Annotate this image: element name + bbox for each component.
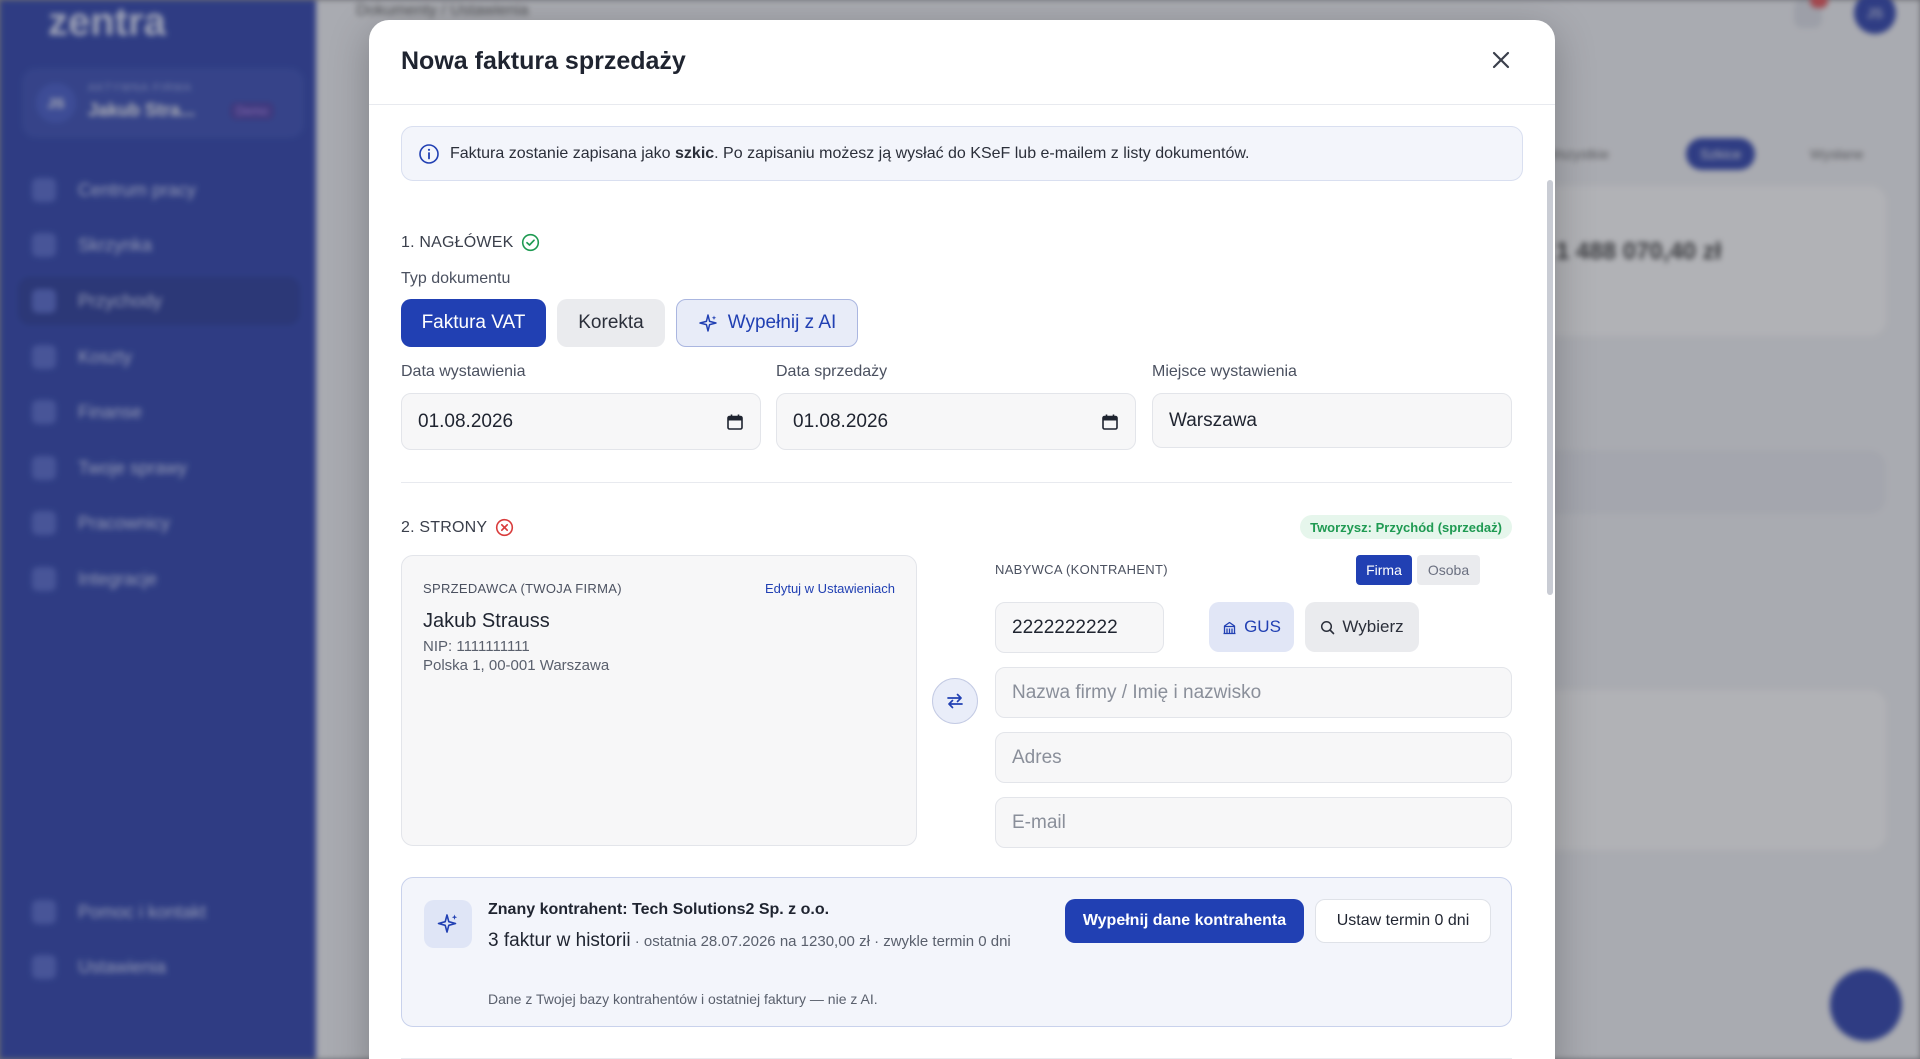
buyer-email-placeholder: E-mail — [1012, 811, 1066, 833]
place-value: Warszawa — [1169, 409, 1257, 431]
buyer-address-placeholder: Adres — [1012, 746, 1062, 768]
seller-nip: NIP: 1111111111 — [423, 638, 530, 655]
sale-date-label: Data sprzedaży — [776, 363, 888, 380]
section-header-title: 1. NAGŁÓWEK — [401, 233, 540, 252]
swap-arrows-icon — [947, 693, 963, 709]
error-circle-icon — [496, 518, 514, 537]
section-divider — [401, 482, 1512, 483]
calendar-icon[interactable] — [1101, 413, 1119, 431]
choose-label: Wybierz — [1342, 617, 1404, 636]
buyer-name-placeholder: Nazwa firmy / Imię i nazwisko — [1012, 681, 1262, 703]
doc-type-correction-button[interactable]: Korekta — [557, 299, 665, 347]
gus-lookup-button[interactable]: GUS — [1209, 602, 1294, 652]
sparkle-icon — [698, 314, 717, 332]
buyer-address-input[interactable]: Adres — [995, 732, 1512, 783]
known-contractor-panel: Znany kontrahent: Tech Solutions2 Sp. z … — [401, 877, 1512, 1027]
info-text-bold: szkic — [675, 144, 715, 162]
issue-date-label: Data wystawienia — [401, 363, 526, 380]
building-icon — [1223, 621, 1236, 634]
choose-contractor-button[interactable]: Wybierz — [1305, 602, 1419, 652]
fill-contractor-button[interactable]: Wypełnij dane kontrahenta — [1065, 899, 1304, 943]
sale-date-field[interactable]: 01.08.2026 — [776, 393, 1136, 450]
invoice-meta: · ostatnia 28.07.2026 na 1230,00 zł · zw… — [630, 933, 1011, 950]
known-contractor-title: Znany kontrahent: Tech Solutions2 Sp. z … — [488, 901, 830, 918]
issue-date-value: 01.08.2026 — [418, 410, 514, 432]
doc-type-label: Typ dokumentu — [401, 270, 511, 287]
buyer-type-person[interactable]: Osoba — [1417, 555, 1480, 585]
close-button[interactable] — [1487, 46, 1515, 74]
calendar-icon[interactable] — [726, 413, 744, 431]
doc-type-vat-button[interactable]: Faktura VAT — [401, 299, 546, 347]
buyer-name-input[interactable]: Nazwa firmy / Imię i nazwisko — [995, 667, 1512, 718]
status-badge: Tworzysz: Przychód (sprzedaż) — [1300, 515, 1512, 539]
buyer-type-company[interactable]: Firma — [1356, 555, 1412, 585]
info-text-prefix: Faktura zostanie zapisana jako — [450, 144, 676, 162]
known-contractor-summary: 3 faktur w historii · ostatnia 28.07.202… — [488, 927, 1048, 955]
place-field[interactable]: Warszawa — [1152, 393, 1512, 448]
gus-label: GUS — [1244, 617, 1281, 636]
edit-in-settings-link[interactable]: Edytuj w Ustawieniach — [765, 581, 895, 596]
info-icon — [419, 143, 439, 164]
sparkle-icon — [437, 914, 458, 933]
close-icon — [1492, 51, 1510, 69]
set-term-button[interactable]: Ustaw termin 0 dni — [1315, 899, 1491, 943]
seller-name: Jakub Strauss — [423, 610, 550, 632]
search-icon — [1321, 620, 1335, 634]
seller-card: SPRZEDAWCA (TWOJA FIRMA) Edytuj w Ustawi… — [401, 555, 917, 846]
known-contractor-note: Dane z Twojej bazy kontrahentów i ostatn… — [488, 991, 878, 1007]
modal-title: Nowa faktura sprzedaży — [401, 47, 686, 75]
fill-with-ai-button[interactable]: Wypełnij z AI — [676, 299, 858, 347]
buyer-email-input[interactable]: E-mail — [995, 797, 1512, 848]
swap-parties-button[interactable] — [932, 678, 978, 724]
seller-caption: SPRZEDAWCA (TWOJA FIRMA) — [423, 581, 622, 596]
section-title: 2. STRONY — [401, 518, 488, 536]
sale-date-value: 01.08.2026 — [793, 410, 889, 432]
fill-with-ai-label: Wypełnij z AI — [727, 312, 837, 333]
buyer-nip-input[interactable]: 2222222222 — [995, 602, 1164, 653]
buyer-nip-value: 2222222222 — [1012, 616, 1118, 638]
info-text-suffix: . Po zapisaniu możesz ją wysłać do KSeF … — [714, 144, 1250, 162]
check-circle-icon — [522, 233, 540, 252]
buyer-caption: NABYWCA (KONTRAHENT) — [995, 562, 1168, 577]
suggestion-badge — [424, 900, 472, 948]
section-parties-title: 2. STRONY — [401, 518, 514, 537]
info-banner: Faktura zostanie zapisana jako szkic. Po… — [401, 126, 1523, 181]
place-label: Miejsce wystawienia — [1152, 363, 1297, 380]
new-invoice-modal: Nowa faktura sprzedaży Faktura zostanie … — [369, 20, 1555, 1059]
section-title: 1. NAGŁÓWEK — [401, 233, 514, 251]
invoice-count: 3 faktur w historii — [488, 930, 631, 951]
seller-address: Polska 1, 00-001 Warszawa — [423, 657, 610, 674]
modal-header: Nowa faktura sprzedaży — [369, 20, 1555, 105]
modal-scrollbar[interactable] — [1547, 180, 1553, 595]
issue-date-field[interactable]: 01.08.2026 — [401, 393, 761, 450]
